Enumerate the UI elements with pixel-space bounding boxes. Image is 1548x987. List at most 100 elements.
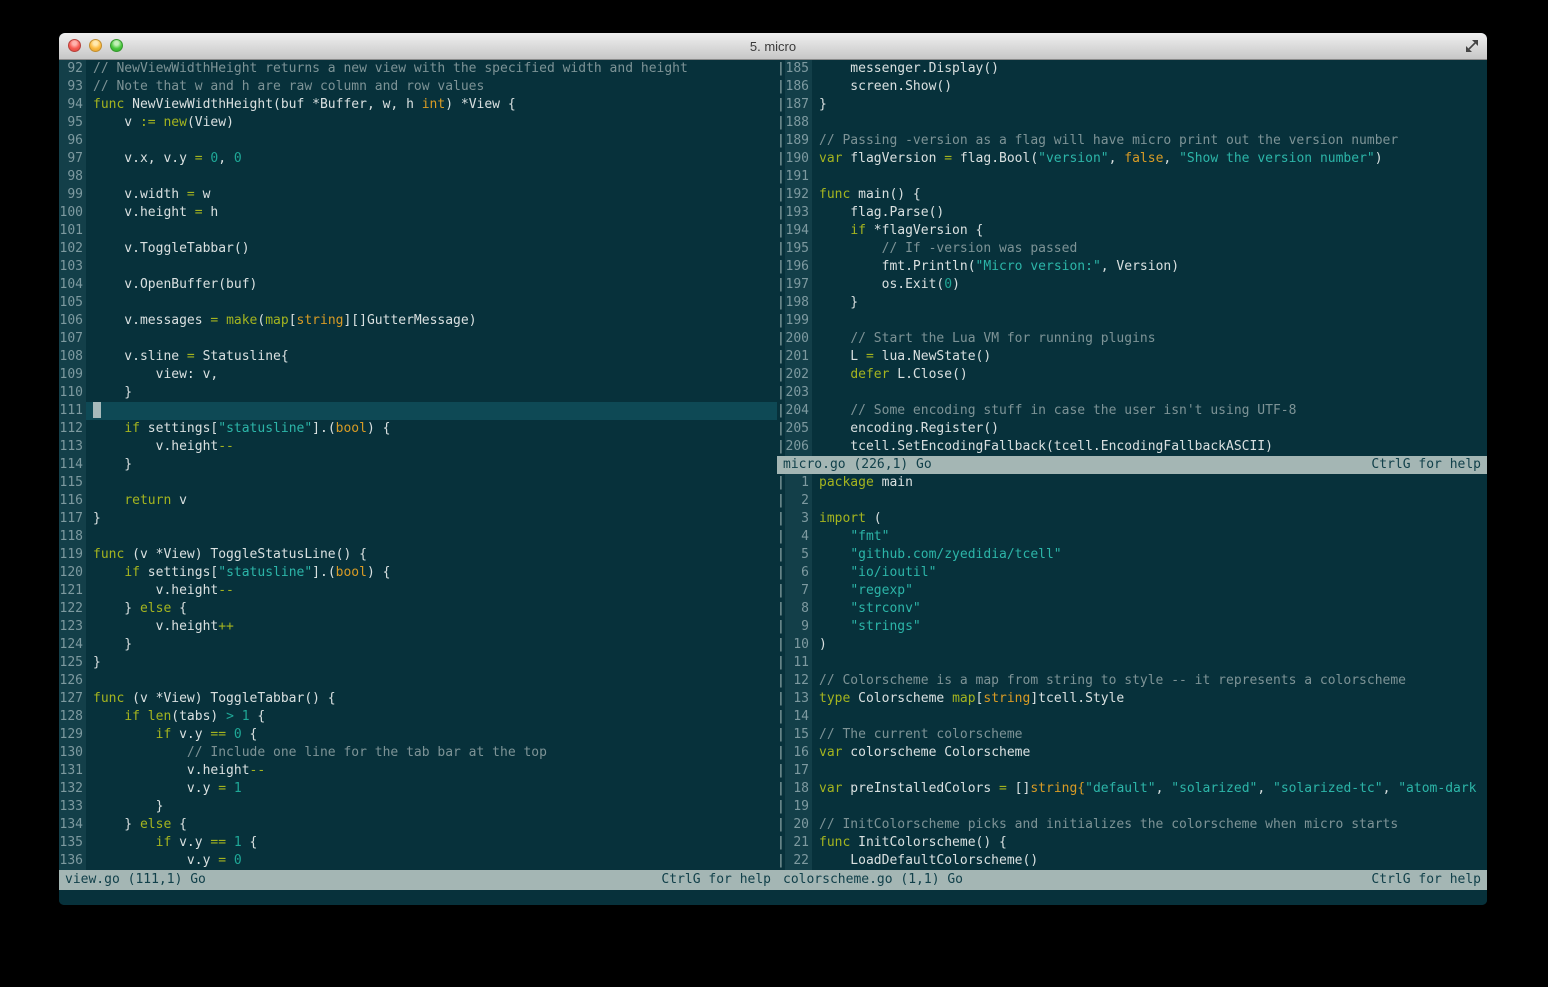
code-line[interactable]: | 199: [777, 312, 1487, 330]
code-line[interactable]: 124 }: [59, 636, 777, 654]
code-line[interactable]: | 200 // Start the Lua VM for running plu…: [777, 330, 1487, 348]
code-line[interactable]: | 195 // If -version was passed: [777, 240, 1487, 258]
code-line[interactable]: | 9 "strings": [777, 618, 1487, 636]
code-line[interactable]: 130 // Include one line for the tab bar …: [59, 744, 777, 762]
code-line[interactable]: | 11: [777, 654, 1487, 672]
code-line[interactable]: | 204 // Some encoding stuff in case the …: [777, 402, 1487, 420]
code-line[interactable]: | 2: [777, 492, 1487, 510]
code-line[interactable]: | 205 encoding.Register(): [777, 420, 1487, 438]
code-pane-colorscheme-go[interactable]: | 1 package main | 2 | 3 import (| 4 "fmt" | 5 "gi…: [777, 474, 1487, 870]
code-line[interactable]: | 18 var preInstalledColors = []string{"de…: [777, 780, 1487, 798]
code-line[interactable]: 93 // Note that w and h are raw column an…: [59, 78, 777, 96]
resize-icon[interactable]: [1464, 38, 1480, 54]
code-line[interactable]: 105: [59, 294, 777, 312]
line-number: 199: [785, 312, 812, 330]
code-line[interactable]: 102 v.ToggleTabbar(): [59, 240, 777, 258]
code-line[interactable]: 118: [59, 528, 777, 546]
code-line[interactable]: 115: [59, 474, 777, 492]
code-line[interactable]: | 21 func InitColorscheme() {: [777, 834, 1487, 852]
code-line[interactable]: | 14: [777, 708, 1487, 726]
code-line[interactable]: | 187}: [777, 96, 1487, 114]
code-line[interactable]: | 191: [777, 168, 1487, 186]
code-line[interactable]: 127 func (v *View) ToggleTabbar() {: [59, 690, 777, 708]
code-line[interactable]: | 22 LoadDefaultColorscheme(): [777, 852, 1487, 870]
code-line[interactable]: | 203: [777, 384, 1487, 402]
code-line[interactable]: | 12 // Colorscheme is a map from string t…: [777, 672, 1487, 690]
code-line[interactable]: 99 v.width = w: [59, 186, 777, 204]
code-line[interactable]: 134 } else {: [59, 816, 777, 834]
zoom-button[interactable]: [110, 39, 123, 52]
code-line[interactable]: 96: [59, 132, 777, 150]
code-line[interactable]: | 8 "strconv": [777, 600, 1487, 618]
code-line[interactable]: 106 v.messages = make(map[string][]Gutte…: [59, 312, 777, 330]
code-line[interactable]: | 17: [777, 762, 1487, 780]
code-line[interactable]: | 20 // InitColorscheme picks and initiali…: [777, 816, 1487, 834]
code-line[interactable]: 98: [59, 168, 777, 186]
code-line[interactable]: 123 v.height++: [59, 618, 777, 636]
code-line[interactable]: 109 view: v,: [59, 366, 777, 384]
line-number: 123: [59, 618, 86, 636]
code-line[interactable]: | 201 L = lua.NewState(): [777, 348, 1487, 366]
code-pane-view-go[interactable]: 92 // NewViewWidthHeight returns a new vi…: [59, 60, 777, 870]
code-line[interactable]: 104 v.OpenBuffer(buf): [59, 276, 777, 294]
code-line[interactable]: | 189 // Passing -version as a flag will h…: [777, 132, 1487, 150]
code-line[interactable]: | 196 fmt.Println("Micro version:", Versi…: [777, 258, 1487, 276]
code-text: // Passing -version as a flag will have …: [819, 133, 1399, 148]
code-line[interactable]: 97 v.x, v.y = 0, 0: [59, 150, 777, 168]
code-line[interactable]: | 198 }: [777, 294, 1487, 312]
title-bar[interactable]: 5. micro: [59, 33, 1487, 60]
code-line[interactable]: 128 if len(tabs) > 1 {: [59, 708, 777, 726]
code-line[interactable]: | 10): [777, 636, 1487, 654]
code-line[interactable]: | 194 if *flagVersion {: [777, 222, 1487, 240]
minimize-button[interactable]: [89, 39, 102, 52]
code-line[interactable]: 100 v.height = h: [59, 204, 777, 222]
code-line[interactable]: 111: [59, 402, 777, 420]
close-button[interactable]: [68, 39, 81, 52]
code-line[interactable]: 126: [59, 672, 777, 690]
code-line[interactable]: | 15 // The current colorscheme: [777, 726, 1487, 744]
code-line[interactable]: | 5 "github.com/zyedidia/tcell": [777, 546, 1487, 564]
code-line[interactable]: 108 v.sline = Statusline{: [59, 348, 777, 366]
code-line[interactable]: 117}: [59, 510, 777, 528]
code-line[interactable]: 110 }: [59, 384, 777, 402]
code-line[interactable]: 114 }: [59, 456, 777, 474]
code-line[interactable]: 92 // NewViewWidthHeight returns a new vi…: [59, 60, 777, 78]
code-line[interactable]: | 4 "fmt": [777, 528, 1487, 546]
code-line[interactable]: 135 if v.y == 1 {: [59, 834, 777, 852]
code-line[interactable]: | 6 "io/ioutil": [777, 564, 1487, 582]
code-line[interactable]: 133 }: [59, 798, 777, 816]
code-line[interactable]: 136 v.y = 0: [59, 852, 777, 870]
code-line[interactable]: 95 v := new(View): [59, 114, 777, 132]
code-line[interactable]: | 19: [777, 798, 1487, 816]
code-line[interactable]: 101: [59, 222, 777, 240]
code-line[interactable]: | 7 "regexp": [777, 582, 1487, 600]
code-line[interactable]: | 192 func main() {: [777, 186, 1487, 204]
code-line[interactable]: 94 func NewViewWidthHeight(buf *Buffer, w…: [59, 96, 777, 114]
code-line[interactable]: | 202 defer L.Close(): [777, 366, 1487, 384]
code-line[interactable]: 107: [59, 330, 777, 348]
code-line[interactable]: 113 v.height--: [59, 438, 777, 456]
code-line[interactable]: 125}: [59, 654, 777, 672]
code-line[interactable]: | 193 flag.Parse(): [777, 204, 1487, 222]
code-pane-micro-go[interactable]: | 185 messenger.Display() | 186 screen.Show…: [777, 60, 1487, 456]
code-line[interactable]: | 16 var colorscheme Colorscheme: [777, 744, 1487, 762]
code-line[interactable]: | 197 os.Exit(0): [777, 276, 1487, 294]
code-line[interactable]: 116 return v: [59, 492, 777, 510]
code-line[interactable]: | 185 messenger.Display(): [777, 60, 1487, 78]
code-line[interactable]: | 206 tcell.SetEncodingFallback(tcell.Enc…: [777, 438, 1487, 456]
code-line[interactable]: | 188: [777, 114, 1487, 132]
code-line[interactable]: 132 v.y = 1: [59, 780, 777, 798]
code-line[interactable]: 131 v.height--: [59, 762, 777, 780]
code-line[interactable]: 121 v.height--: [59, 582, 777, 600]
code-line[interactable]: 120 if settings["statusline"].(bool) {: [59, 564, 777, 582]
code-line[interactable]: 129 if v.y == 0 {: [59, 726, 777, 744]
code-line[interactable]: 119 func (v *View) ToggleStatusLine() {: [59, 546, 777, 564]
code-line[interactable]: | 3 import (: [777, 510, 1487, 528]
code-line[interactable]: 122 } else {: [59, 600, 777, 618]
code-line[interactable]: 112 if settings["statusline"].(bool) {: [59, 420, 777, 438]
code-line[interactable]: | 1 package main: [777, 474, 1487, 492]
code-line[interactable]: 103: [59, 258, 777, 276]
code-line[interactable]: | 186 screen.Show(): [777, 78, 1487, 96]
code-line[interactable]: | 190 var flagVersion = flag.Bool("version…: [777, 150, 1487, 168]
code-line[interactable]: | 13 type Colorscheme map[string]tcell.Sty…: [777, 690, 1487, 708]
